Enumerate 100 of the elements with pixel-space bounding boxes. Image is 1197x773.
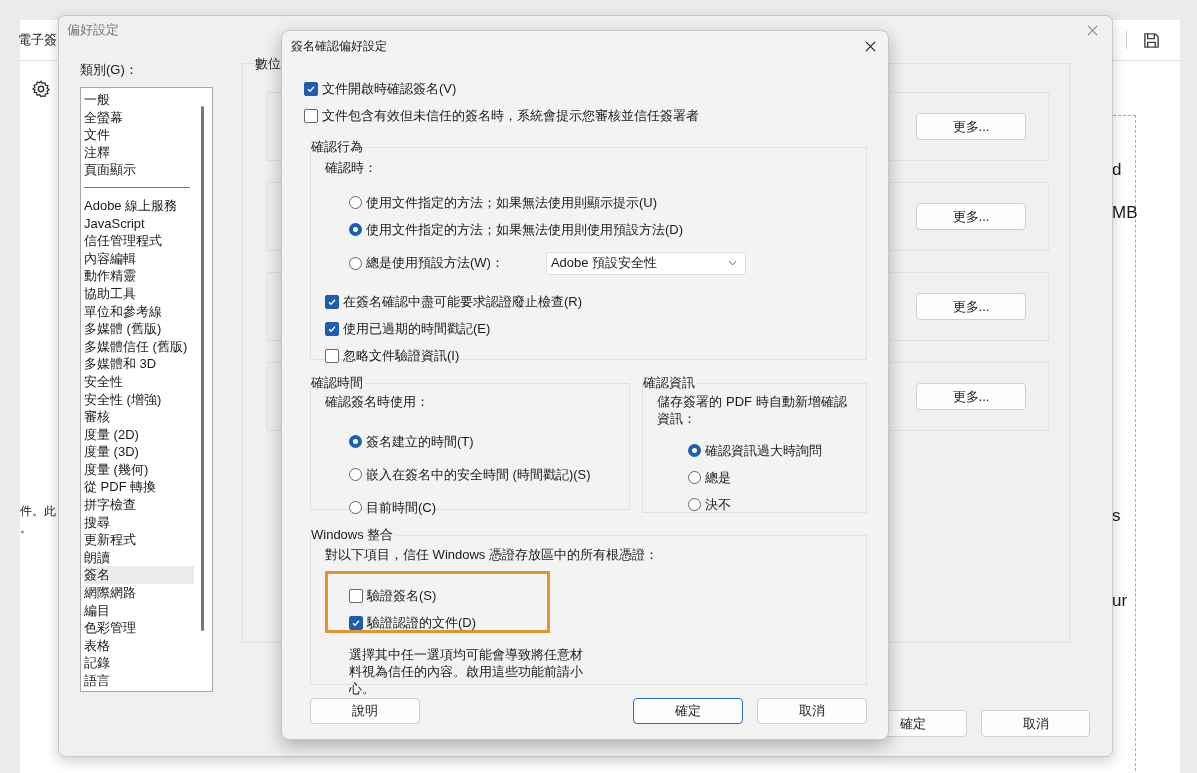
radio-button[interactable] — [349, 196, 362, 209]
group-legend: 確認行為 — [311, 138, 365, 156]
more-button[interactable]: 更多... — [916, 383, 1026, 410]
category-item[interactable]: 頁面顯示 — [84, 161, 194, 179]
category-item[interactable]: 審核 — [84, 408, 194, 426]
radio-button[interactable] — [349, 468, 362, 481]
option-label: 簽名建立的時間(T) — [366, 432, 474, 451]
option-label: 使用已過期的時間戳記(E) — [343, 319, 491, 338]
dialog-button[interactable]: 取消 — [981, 710, 1090, 737]
close-icon[interactable] — [865, 40, 876, 52]
category-item[interactable]: 編目 — [84, 601, 194, 620]
radio-button[interactable] — [688, 498, 702, 511]
group-prompt: 儲存簽署的 PDF 時自動新增確認資訊： — [657, 393, 848, 427]
warning-note: 選擇其中任一選項均可能會導致將任意材料視為信任的內容。啟用這些功能前請小心。 — [349, 646, 584, 697]
more-button[interactable]: 更多... — [916, 203, 1026, 230]
option-label: 驗證認證的文件(D) — [367, 613, 477, 632]
checkbox[interactable] — [325, 348, 339, 363]
category-item[interactable]: 安全性 — [84, 372, 194, 391]
option-label: 嵌入在簽名中的安全時間 (時間戳記)(S) — [366, 465, 591, 484]
category-item[interactable]: 朗讀 — [84, 548, 194, 567]
checkmark-icon — [306, 83, 316, 94]
group-legend: 確認資訊 — [643, 374, 698, 392]
radio-button[interactable] — [688, 444, 702, 457]
category-item[interactable]: 多媒體 (舊版) — [84, 320, 194, 338]
category-item[interactable]: 搜尋 — [84, 513, 194, 532]
dialog-button[interactable]: 取消 — [757, 698, 867, 724]
dialog-button[interactable]: 說明 — [310, 698, 420, 724]
settings-icon[interactable] — [32, 80, 50, 98]
option-label: 驗證簽名(S) — [367, 586, 437, 605]
document-text: ur — [1112, 591, 1128, 611]
checkmark-icon — [351, 617, 361, 628]
category-label: 類別(G)： — [80, 61, 139, 79]
more-button[interactable]: 更多... — [916, 113, 1026, 140]
category-item[interactable]: 色彩管理 — [84, 619, 194, 637]
save-icon[interactable] — [1143, 31, 1160, 49]
checkbox[interactable] — [304, 81, 318, 96]
option-label: 總是使用預設方法(W)： — [366, 254, 504, 272]
app-title: 電子簽 — [18, 31, 57, 49]
category-item[interactable]: 內容編輯 — [84, 249, 194, 268]
radio-button[interactable] — [349, 435, 362, 448]
option-label: 忽略文件驗證資訊(I) — [343, 346, 460, 365]
panel-title: 數位 — [255, 55, 281, 73]
group-prompt: 確認時： — [325, 159, 378, 177]
option-label: 文件包含有效但未信任的簽名時，系統會提示您審核並信任簽署者 — [322, 106, 699, 125]
option-label: 總是 — [705, 468, 732, 487]
category-item[interactable]: 注釋 — [84, 143, 194, 162]
checkbox[interactable] — [325, 294, 339, 309]
dialog-button[interactable]: 確定 — [633, 698, 743, 724]
checkbox[interactable] — [349, 588, 363, 603]
category-item[interactable]: 網際網路 — [84, 584, 194, 602]
group-legend: Windows 整合 — [311, 526, 396, 544]
option-label: 目前時間(C) — [366, 498, 437, 517]
radio-button[interactable] — [349, 501, 362, 514]
option-label: 確認資訊過大時詢問 — [705, 441, 823, 460]
group-legend: 確認時間 — [311, 374, 365, 392]
checkbox[interactable] — [349, 615, 363, 630]
checkbox[interactable] — [304, 108, 318, 123]
category-item[interactable]: 語言 — [84, 672, 194, 690]
category-item[interactable]: 一般 — [84, 91, 194, 109]
option-label: 在簽名確認中盡可能要求認證廢止檢查(R) — [343, 292, 583, 311]
document-text: 。 — [20, 520, 32, 537]
document-text: MB — [1112, 203, 1138, 223]
radio-button[interactable] — [349, 223, 362, 236]
category-item[interactable]: 從 PDF 轉換 — [84, 478, 194, 497]
caret-icon — [727, 260, 737, 266]
category-item[interactable]: 度量 (2D) — [84, 425, 194, 444]
option-label: 使用文件指定的方法；如果無法使用則顯示提示(U) — [366, 193, 658, 212]
category-item[interactable]: 文件 — [84, 126, 194, 144]
document-text: 件。此 — [20, 503, 56, 520]
category-item[interactable]: 度量 (3D) — [84, 443, 194, 461]
option-label: 使用文件指定的方法；如果無法使用則使用預設方法(D) — [366, 220, 684, 239]
category-item[interactable]: 簽名 — [84, 566, 194, 585]
category-item[interactable]: Adobe 線上服務 — [84, 196, 194, 215]
category-item[interactable]: 單位和參考線 — [84, 302, 194, 321]
category-item[interactable]: 拼字檢查 — [84, 496, 194, 514]
category-item[interactable]: 記錄 — [84, 654, 194, 672]
group-prompt: 對以下項目，信任 Windows 憑證存放區中的所有根憑證： — [325, 546, 659, 564]
category-item[interactable]: 多媒體和 3D — [84, 355, 194, 373]
group-prompt: 確認簽名時使用： — [325, 393, 430, 411]
checkbox[interactable] — [325, 321, 339, 336]
category-item[interactable]: 多媒體信任 (舊版) — [84, 337, 194, 356]
category-item[interactable]: JavaScript — [84, 214, 194, 233]
category-item[interactable]: 動作精靈 — [84, 267, 194, 285]
category-item[interactable]: 表格 — [84, 636, 194, 655]
category-item[interactable]: 安全性 (增強) — [84, 390, 194, 409]
category-item[interactable]: 度量 (幾何) — [84, 460, 194, 479]
more-button[interactable]: 更多... — [916, 293, 1026, 320]
radio-button[interactable] — [688, 471, 702, 484]
window-title: 偏好設定 — [67, 21, 119, 39]
category-item[interactable]: 全螢幕 — [84, 108, 194, 127]
checkmark-icon — [327, 323, 337, 334]
option-label: 文件開啟時確認簽名(V) — [322, 79, 457, 98]
radio-button[interactable] — [349, 256, 362, 270]
category-item[interactable]: 協助工具 — [84, 284, 194, 303]
checkmark-icon — [327, 296, 337, 307]
category-item[interactable]: 信任管理程式 — [84, 232, 194, 250]
method-dropdown[interactable]: Adobe 預設安全性 — [545, 251, 746, 275]
document-text: d — [1112, 160, 1122, 180]
dialog-title: 簽名確認偏好設定 — [291, 37, 387, 55]
category-item[interactable]: 更新程式 — [84, 531, 194, 549]
